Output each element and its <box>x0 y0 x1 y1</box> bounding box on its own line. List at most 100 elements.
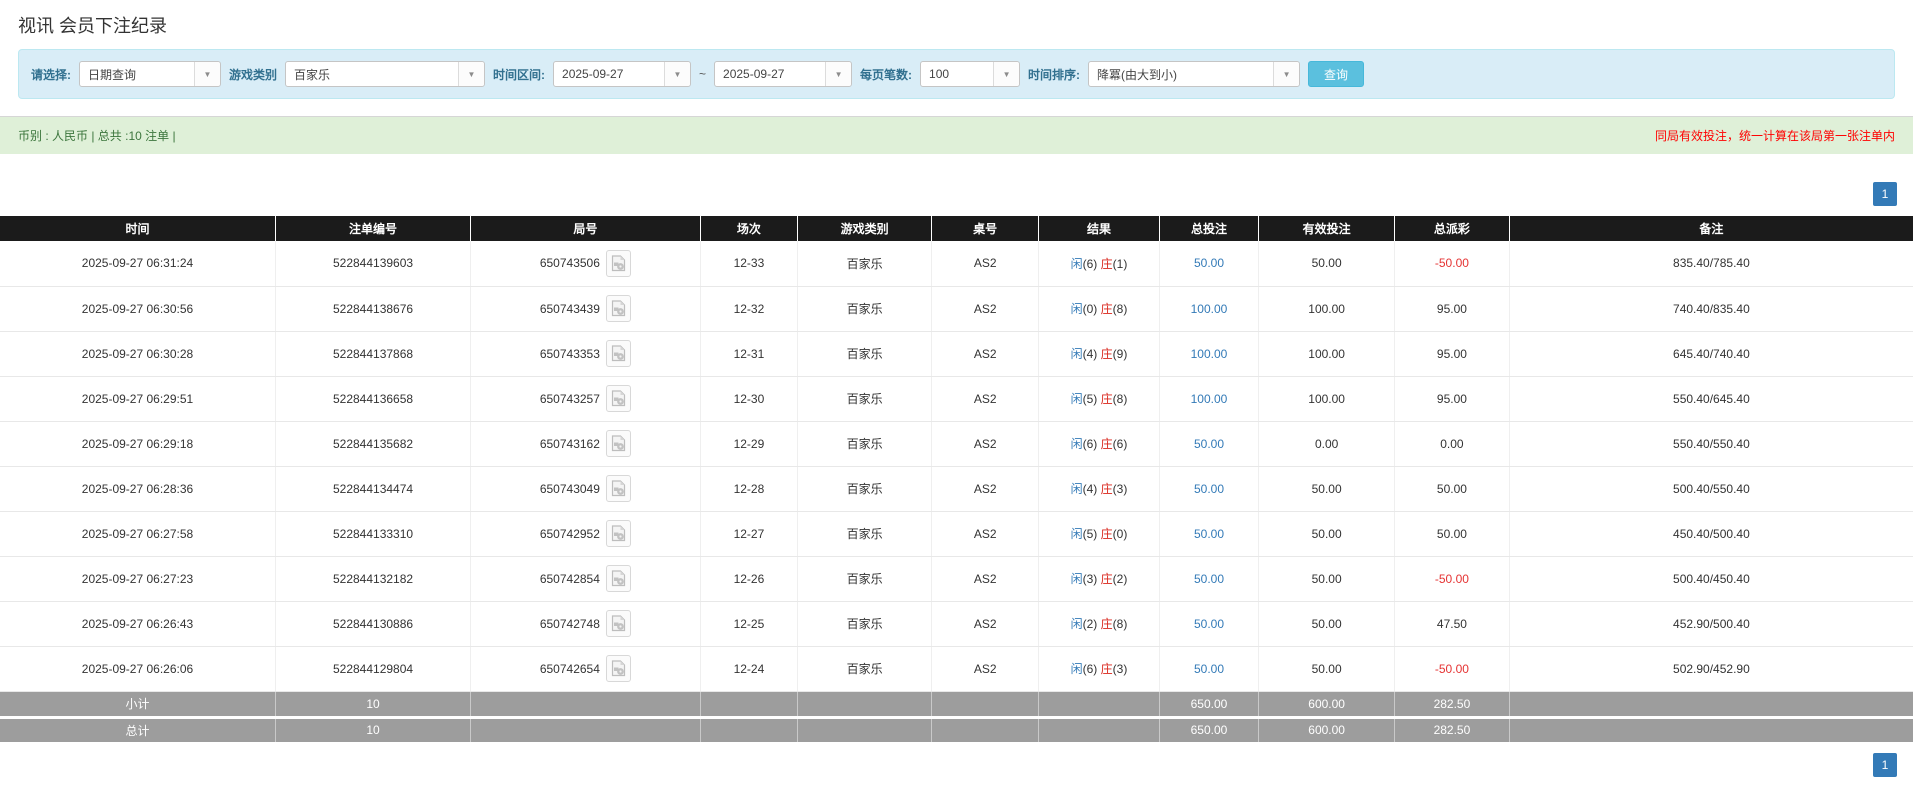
payout-cell: 50.00 <box>1395 511 1510 556</box>
page-size-select[interactable]: 100 ▼ <box>920 61 1020 87</box>
page-1-button[interactable]: 1 <box>1873 182 1897 206</box>
column-header: 时间 <box>0 216 275 241</box>
valid-bet-cell: 0.00 <box>1259 421 1395 466</box>
game-type-value: 百家乐 <box>286 62 458 86</box>
chevron-down-icon[interactable]: ▼ <box>458 62 484 86</box>
video-replay-button[interactable] <box>606 655 631 682</box>
column-header: 结果 <box>1039 216 1160 241</box>
video-replay-icon <box>611 480 626 497</box>
round-cell: 650743049 <box>471 466 701 511</box>
video-replay-icon <box>611 300 626 317</box>
result-cell: 闲(2) 庄(8) <box>1039 601 1160 646</box>
player-result: 闲(3) <box>1071 572 1098 586</box>
round-cell: 650743439 <box>471 286 701 331</box>
total-bet-cell: 100.00 <box>1159 331 1258 376</box>
date-to-select[interactable]: 2025-09-27 ▼ <box>714 61 852 87</box>
total-bet-link[interactable]: 50.00 <box>1194 482 1224 496</box>
query-type-value: 日期查询 <box>80 62 194 86</box>
chevron-down-icon[interactable]: ▼ <box>664 62 690 86</box>
total-empty-cell <box>798 717 932 743</box>
total-bet-link[interactable]: 50.00 <box>1194 527 1224 541</box>
video-replay-button[interactable] <box>606 385 631 412</box>
subtotal-payout: 282.50 <box>1395 691 1510 717</box>
session-cell: 12-27 <box>700 511 798 556</box>
total-bet-link[interactable]: 50.00 <box>1194 662 1224 676</box>
game-type-cell: 百家乐 <box>798 241 932 286</box>
payout-cell: -50.00 <box>1395 556 1510 601</box>
round-cell: 650742952 <box>471 511 701 556</box>
pagination-top: 1 <box>0 182 1897 206</box>
bet-id-cell: 522844139603 <box>275 241 470 286</box>
date-from-select[interactable]: 2025-09-27 ▼ <box>553 61 691 87</box>
time-cell: 2025-09-27 06:28:36 <box>0 466 275 511</box>
subtotal-empty-cell <box>700 691 798 717</box>
total-bet-link[interactable]: 100.00 <box>1191 347 1228 361</box>
total-bet-link[interactable]: 50.00 <box>1194 617 1224 631</box>
video-replay-button[interactable] <box>606 250 631 277</box>
banker-result: 庄(0) <box>1101 527 1128 541</box>
session-cell: 12-24 <box>700 646 798 691</box>
total-total-bet: 650.00 <box>1159 717 1258 743</box>
page-1-button[interactable]: 1 <box>1873 753 1897 777</box>
time-sort-select[interactable]: 降冪(由大到小) ▼ <box>1088 61 1300 87</box>
chevron-down-icon[interactable]: ▼ <box>1273 62 1299 86</box>
banker-result: 庄(8) <box>1101 617 1128 631</box>
bet-id-cell: 522844135682 <box>275 421 470 466</box>
video-replay-button[interactable] <box>606 610 631 637</box>
table-number-cell: AS2 <box>932 376 1039 421</box>
banker-result: 庄(1) <box>1101 257 1128 271</box>
video-replay-button[interactable] <box>606 430 631 457</box>
currency-total-text: 币别 : 人民币 | 总共 :10 注单 | <box>18 127 176 144</box>
valid-bet-cell: 50.00 <box>1259 511 1395 556</box>
table-row: 2025-09-27 06:31:24522844139603 650743506… <box>0 241 1913 286</box>
player-result: 闲(2) <box>1071 617 1098 631</box>
time-cell: 2025-09-27 06:31:24 <box>0 241 275 286</box>
note-cell: 835.40/785.40 <box>1509 241 1913 286</box>
video-replay-button[interactable] <box>606 295 631 322</box>
player-result: 闲(4) <box>1071 482 1098 496</box>
total-bet-link[interactable]: 100.00 <box>1191 302 1228 316</box>
total-bet-cell: 50.00 <box>1159 421 1258 466</box>
total-bet-link[interactable]: 100.00 <box>1191 392 1228 406</box>
time-cell: 2025-09-27 06:26:06 <box>0 646 275 691</box>
round-cell: 650742854 <box>471 556 701 601</box>
round-cell: 650743257 <box>471 376 701 421</box>
total-bet-link[interactable]: 50.00 <box>1194 256 1224 270</box>
valid-bet-cell: 100.00 <box>1259 286 1395 331</box>
total-count: 10 <box>275 717 470 743</box>
video-replay-button[interactable] <box>606 565 631 592</box>
query-button[interactable]: 查询 <box>1308 61 1364 87</box>
total-bet-cell: 50.00 <box>1159 556 1258 601</box>
column-header: 总派彩 <box>1395 216 1510 241</box>
chevron-down-icon[interactable]: ▼ <box>194 62 220 86</box>
note-cell: 452.90/500.40 <box>1509 601 1913 646</box>
subtotal-empty-cell <box>932 691 1039 717</box>
total-empty-cell <box>932 717 1039 743</box>
table-number-cell: AS2 <box>932 601 1039 646</box>
valid-bet-cell: 100.00 <box>1259 331 1395 376</box>
total-bet-cell: 50.00 <box>1159 601 1258 646</box>
chevron-down-icon[interactable]: ▼ <box>993 62 1019 86</box>
grand-total-row: 总计 10 650.00 600.00 282.50 <box>0 717 1913 743</box>
game-type-select[interactable]: 百家乐 ▼ <box>285 61 485 87</box>
valid-bet-cell: 50.00 <box>1259 241 1395 286</box>
time-range-label: 时间区间: <box>493 66 545 83</box>
column-header: 有效投注 <box>1259 216 1395 241</box>
valid-bet-cell: 50.00 <box>1259 466 1395 511</box>
chevron-down-icon[interactable]: ▼ <box>825 62 851 86</box>
video-replay-button[interactable] <box>606 520 631 547</box>
banker-result: 庄(2) <box>1101 572 1128 586</box>
video-replay-button[interactable] <box>606 475 631 502</box>
round-number: 650743506 <box>540 256 600 270</box>
note-cell: 740.40/835.40 <box>1509 286 1913 331</box>
total-bet-link[interactable]: 50.00 <box>1194 437 1224 451</box>
table-row: 2025-09-27 06:30:28522844137868650743353… <box>0 331 1913 376</box>
query-type-select[interactable]: 日期查询 ▼ <box>79 61 221 87</box>
round-number: 650742654 <box>540 662 600 676</box>
video-replay-button[interactable] <box>606 340 631 367</box>
game-type-cell: 百家乐 <box>798 331 932 376</box>
total-bet-link[interactable]: 50.00 <box>1194 572 1224 586</box>
subtotal-empty-cell <box>1039 691 1160 717</box>
pagination-bottom: 1 <box>0 753 1897 777</box>
subtotal-empty-cell <box>471 691 701 717</box>
